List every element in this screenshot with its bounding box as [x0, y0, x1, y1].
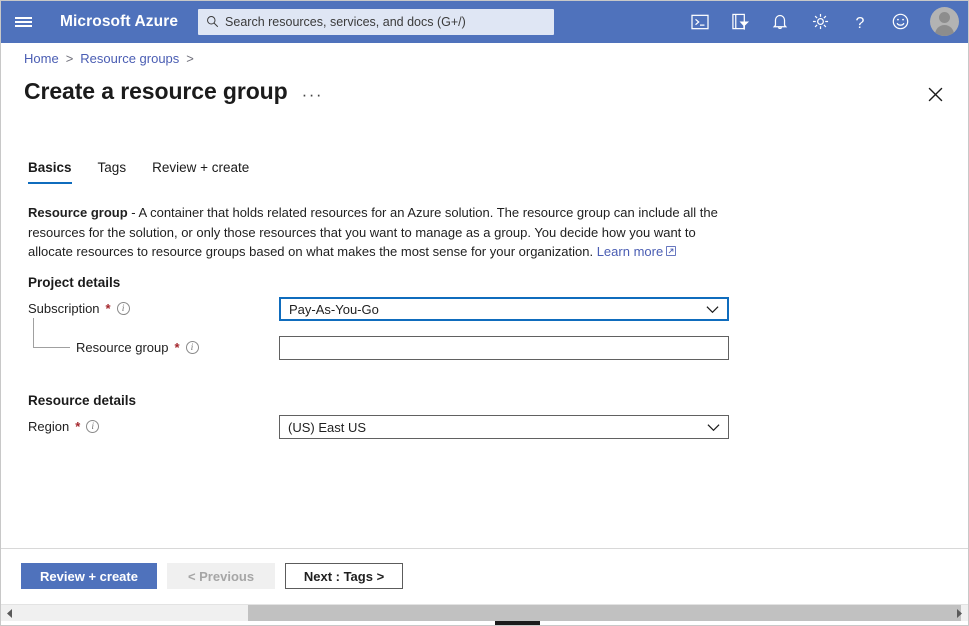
- info-icon-resource-group[interactable]: i: [186, 341, 199, 354]
- breadcrumb: Home > Resource groups >: [24, 51, 194, 66]
- taskbar-fragment: [495, 621, 540, 626]
- notifications-bell-icon[interactable]: [760, 0, 800, 43]
- settings-gear-icon[interactable]: [800, 0, 840, 43]
- breadcrumb-separator: >: [66, 51, 74, 66]
- region-dropdown[interactable]: (US) East US: [279, 415, 729, 439]
- search-placeholder: Search resources, services, and docs (G+…: [225, 15, 466, 29]
- search-icon: [206, 15, 219, 28]
- description-lead: Resource group: [28, 205, 128, 220]
- brand-title[interactable]: Microsoft Azure: [60, 13, 178, 31]
- learn-more-link[interactable]: Learn more: [597, 244, 663, 259]
- required-asterisk-subscription: *: [106, 301, 111, 316]
- feedback-smiley-icon[interactable]: [880, 0, 920, 43]
- scroll-right-arrow-icon[interactable]: [952, 605, 966, 621]
- tab-basics[interactable]: Basics: [28, 160, 72, 184]
- chevron-down-icon: [706, 305, 719, 314]
- review-create-button[interactable]: Review + create: [21, 563, 157, 589]
- breadcrumb-item-home[interactable]: Home: [24, 51, 59, 66]
- description-text: Resource group - A container that holds …: [28, 203, 718, 262]
- label-region: Region * i: [28, 419, 99, 434]
- info-icon-subscription[interactable]: i: [117, 302, 130, 315]
- info-icon-region[interactable]: i: [86, 420, 99, 433]
- tab-bar: Basics Tags Review + create: [28, 160, 249, 184]
- required-asterisk-resource-group: *: [175, 340, 180, 355]
- top-navigation-bar: Microsoft Azure Search resources, servic…: [0, 0, 969, 43]
- footer-bar: Review + create < Previous Next : Tags >: [0, 549, 969, 597]
- breadcrumb-item-resource-groups[interactable]: Resource groups: [80, 51, 179, 66]
- resource-group-input[interactable]: [279, 336, 729, 360]
- external-link-icon[interactable]: [666, 246, 676, 256]
- more-menu-icon[interactable]: ···: [302, 79, 323, 105]
- horizontal-scrollbar[interactable]: [0, 604, 969, 621]
- help-question-icon[interactable]: ?: [840, 0, 880, 43]
- label-region-text: Region: [28, 419, 69, 434]
- required-asterisk-region: *: [75, 419, 80, 434]
- section-heading-resource-details: Resource details: [28, 393, 136, 408]
- tab-review-create[interactable]: Review + create: [152, 160, 249, 184]
- hamburger-icon[interactable]: [0, 0, 46, 43]
- next-tags-button[interactable]: Next : Tags >: [285, 563, 403, 589]
- search-input[interactable]: Search resources, services, and docs (G+…: [198, 9, 554, 35]
- svg-text:?: ?: [856, 15, 865, 31]
- tree-connector-line: [33, 318, 70, 348]
- user-avatar-icon: [930, 7, 959, 36]
- tab-tags[interactable]: Tags: [98, 160, 127, 184]
- subscription-value: Pay-As-You-Go: [289, 302, 379, 317]
- chevron-down-icon-region: [707, 423, 720, 432]
- page-title: Create a resource group: [24, 78, 288, 105]
- directories-subscriptions-icon[interactable]: [720, 0, 760, 43]
- section-heading-project-details: Project details: [28, 275, 120, 290]
- close-icon[interactable]: [921, 80, 949, 108]
- label-resource-group-text: Resource group: [76, 340, 169, 355]
- top-icon-group: ?: [680, 0, 969, 43]
- scroll-left-arrow-icon[interactable]: [3, 605, 17, 621]
- label-subscription: Subscription * i: [28, 301, 130, 316]
- subscription-dropdown[interactable]: Pay-As-You-Go: [279, 297, 729, 321]
- breadcrumb-separator-2: >: [186, 51, 194, 66]
- cloud-shell-icon[interactable]: [680, 0, 720, 43]
- label-subscription-text: Subscription: [28, 301, 100, 316]
- previous-button: < Previous: [167, 563, 275, 589]
- label-resource-group: Resource group * i: [76, 340, 199, 355]
- region-value: (US) East US: [288, 420, 366, 435]
- avatar[interactable]: [920, 0, 969, 43]
- scrollbar-thumb[interactable]: [248, 605, 961, 621]
- title-row: Create a resource group ···: [24, 78, 323, 105]
- azure-portal-page: Microsoft Azure Search resources, servic…: [0, 0, 969, 626]
